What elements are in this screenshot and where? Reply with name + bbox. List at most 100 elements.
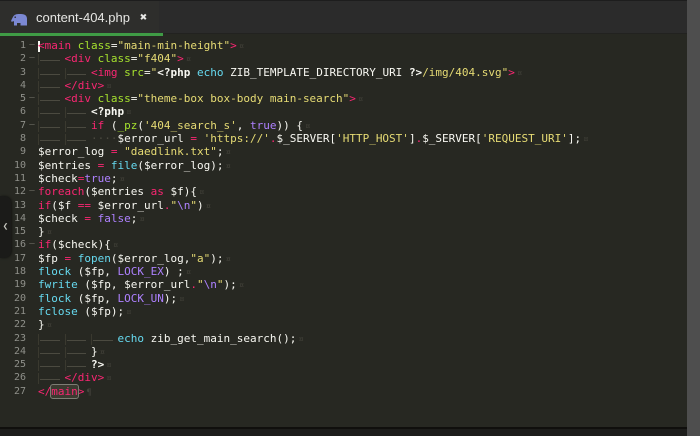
tab-whitespace (91, 334, 118, 345)
code-line[interactable]: 1–<main class="main-min-height">¤ (0, 39, 687, 52)
active-tab-underline (0, 33, 163, 36)
code-line[interactable]: 9$error_log = "daedlink.txt";¤ (0, 145, 687, 158)
line-number[interactable]: 25 (0, 358, 26, 371)
token-str: 'HTTP_HOST' (336, 132, 409, 145)
code-line[interactable]: 25?>¤ (0, 358, 687, 371)
fold-marker[interactable]: – (26, 119, 38, 132)
eol-marker: ¤ (305, 122, 310, 132)
code-line[interactable]: 27</main>¶ (0, 385, 687, 398)
line-number[interactable]: 2 (0, 52, 26, 65)
tab-whitespace (38, 334, 65, 345)
code-line[interactable]: 13if($f == $error_url."\n")¤ (0, 199, 687, 212)
window-right-border (687, 0, 700, 436)
token-tag: > (177, 52, 184, 65)
eol-marker: ¤ (120, 175, 125, 185)
eol-marker: ¤ (517, 69, 522, 79)
token-const: LOCK_UN (117, 292, 163, 305)
token-txt: ($entries (84, 185, 150, 198)
code-line[interactable]: 11$check=true;¤ (0, 172, 687, 185)
code-line[interactable]: 7–if (_pz('404_search_s', true)) {¤ (0, 119, 687, 132)
tab-whitespace (65, 68, 92, 79)
line-number[interactable]: 6 (0, 105, 26, 118)
line-number[interactable]: 18 (0, 265, 26, 278)
eol-marker: ¤ (106, 361, 111, 371)
code-line[interactable]: 5–<div class="theme-box box-body main-se… (0, 92, 687, 105)
token-const: \n (204, 278, 217, 291)
token-txt: $check (38, 212, 84, 225)
code-line[interactable]: 12–foreach($entries as $f){¤ (0, 185, 687, 198)
line-number[interactable]: 4 (0, 79, 26, 92)
code-line[interactable]: 6<?php¤ (0, 105, 687, 118)
token-txt: )) { (276, 119, 303, 132)
code-line[interactable]: 16–if($check){¤ (0, 238, 687, 251)
line-number[interactable]: 19 (0, 278, 26, 291)
token-txt: } (38, 318, 45, 331)
line-number[interactable]: 22 (0, 318, 26, 331)
token-txt: , (237, 119, 250, 132)
code-line[interactable]: 4</div>¤ (0, 79, 687, 92)
eol-marker: ¤ (100, 348, 105, 358)
token-fn: fopen (78, 252, 111, 265)
line-number[interactable]: 21 (0, 305, 26, 318)
code-text: <img src="<?php echo ZIB_TEMPLATE_DIRECT… (38, 66, 687, 79)
code-line[interactable]: 20 flock ($fp, LOCK_UN);¤ (0, 292, 687, 305)
line-number[interactable]: 5 (0, 92, 26, 105)
code-text: <div class="theme-box box-body main-sear… (38, 92, 687, 105)
code-line[interactable]: 23echo zib_get_main_search();¤ (0, 332, 687, 345)
line-number[interactable]: 8 (0, 132, 26, 145)
sidebar-toggle-handle[interactable]: ❮ (0, 196, 11, 258)
code-text: flock ($fp, LOCK_UN);¤ (38, 292, 687, 305)
tab-whitespace (38, 54, 65, 65)
token-txt: zib_get_main_search(); (144, 332, 296, 345)
tab-content-404-php[interactable]: content-404.php ✖ (0, 1, 159, 33)
token-txt: $_SERVER[ (276, 132, 336, 145)
code-area[interactable]: 1–<main class="main-min-height">¤2–<div … (0, 37, 687, 427)
code-line[interactable]: 2–<div class="f404">¤ (0, 52, 687, 65)
fold-spacer (26, 278, 38, 291)
token-txt (91, 52, 98, 65)
code-line[interactable]: 8····$error_url = 'https://'.$_SERVER['H… (0, 132, 687, 145)
code-line[interactable]: 24}¤ (0, 345, 687, 358)
token-php: ?> (409, 66, 422, 79)
eol-marker: ¤ (239, 281, 244, 291)
line-number[interactable]: 27 (0, 385, 26, 398)
fold-marker[interactable]: – (26, 238, 38, 251)
line-number[interactable]: 9 (0, 145, 26, 158)
token-txt: $fp (38, 252, 65, 265)
fold-spacer (26, 358, 38, 371)
line-number[interactable]: 24 (0, 345, 26, 358)
code-line[interactable]: 22}¤ (0, 318, 687, 331)
code-line[interactable]: 17$fp = fopen($error_log,"a");¤ (0, 252, 687, 265)
code-line[interactable]: 18 flock ($fp, LOCK_EX) ;¤ (0, 265, 687, 278)
token-const: false (98, 212, 131, 225)
fold-marker[interactable]: – (26, 185, 38, 198)
fold-marker[interactable]: – (26, 39, 38, 52)
line-number[interactable]: 1 (0, 39, 26, 52)
token-txt (190, 66, 197, 79)
code-line[interactable]: 15}¤ (0, 225, 687, 238)
line-number[interactable]: 10 (0, 159, 26, 172)
line-number[interactable]: 23 (0, 332, 26, 345)
token-txt: ) ; (164, 265, 184, 278)
code-text: flock ($fp, LOCK_EX) ;¤ (38, 265, 687, 278)
line-number[interactable]: 3 (0, 66, 26, 79)
fold-marker[interactable]: – (26, 52, 38, 65)
code-line[interactable]: 26 </div>¤ (0, 371, 687, 384)
line-number[interactable]: 26 (0, 371, 26, 384)
line-number[interactable]: 20 (0, 292, 26, 305)
code-text: </div>¤ (38, 371, 687, 384)
token-str: "theme-box box-body main-search" (137, 92, 349, 105)
code-line[interactable]: 19 fwrite ($fp, $error_url."\n");¤ (0, 278, 687, 291)
fold-marker[interactable]: – (26, 92, 38, 105)
line-number[interactable]: 7 (0, 119, 26, 132)
line-number[interactable]: 11 (0, 172, 26, 185)
code-line[interactable]: 21 fclose ($fp);¤ (0, 305, 687, 318)
code-text: fwrite ($fp, $error_url."\n");¤ (38, 278, 687, 291)
tab-close-icon[interactable]: ✖ (140, 11, 147, 23)
code-text: fclose ($fp);¤ (38, 305, 687, 318)
code-line[interactable]: 14$check = false;¤ (0, 212, 687, 225)
code-line[interactable]: 10$entries = file($error_log);¤ (0, 159, 687, 172)
eol-marker: ¤ (583, 135, 588, 145)
token-tag: </ (38, 385, 51, 398)
code-line[interactable]: 3 <img src="<?php echo ZIB_TEMPLATE_DIREC… (0, 66, 687, 79)
